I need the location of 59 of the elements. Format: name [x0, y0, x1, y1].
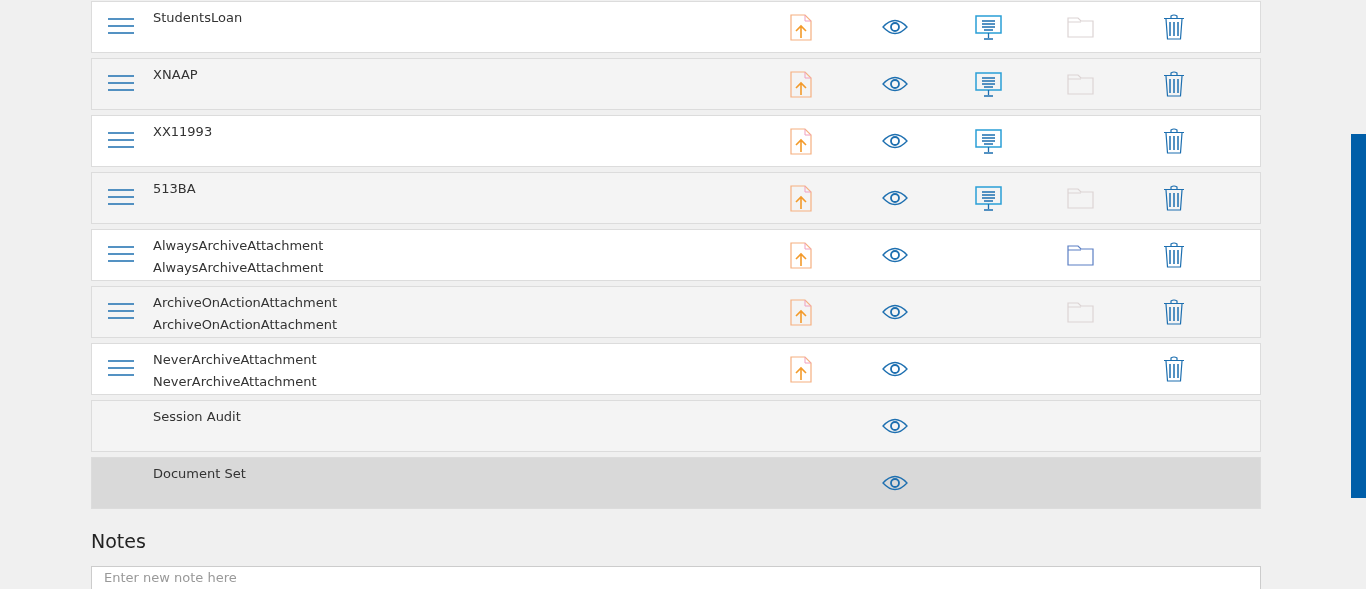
eye-icon[interactable] — [882, 247, 908, 263]
eye-icon[interactable] — [882, 361, 908, 377]
row-label: ArchiveOnActionAttachment — [153, 316, 339, 334]
file-upload-icon[interactable] — [790, 298, 812, 326]
trash-icon[interactable] — [1163, 71, 1185, 97]
eye-icon[interactable] — [882, 418, 908, 434]
file-upload-icon[interactable] — [790, 13, 812, 41]
trash-icon[interactable] — [1163, 185, 1185, 211]
file-upload-icon[interactable] — [790, 241, 812, 269]
menu-icon[interactable] — [108, 18, 134, 34]
menu-icon[interactable] — [108, 360, 134, 376]
eye-icon[interactable] — [882, 19, 908, 35]
trash-icon[interactable] — [1163, 128, 1185, 154]
notes-heading: Notes — [91, 529, 147, 553]
row-label: ArchiveOnActionAttachment — [153, 294, 339, 312]
trash-icon[interactable] — [1163, 299, 1185, 325]
trash-icon[interactable] — [1163, 14, 1185, 40]
row-label: AlwaysArchiveAttachment — [153, 259, 325, 277]
list-row[interactable]: 513BA — [91, 172, 1261, 224]
trash-icon[interactable] — [1163, 242, 1185, 268]
monitor-icon[interactable] — [974, 128, 1002, 154]
trash-icon[interactable] — [1163, 356, 1185, 382]
eye-icon[interactable] — [882, 76, 908, 92]
file-upload-icon[interactable] — [790, 355, 812, 383]
row-label: Session Audit — [153, 408, 242, 426]
list-row[interactable]: AlwaysArchiveAttachment AlwaysArchiveAttachment — [91, 229, 1261, 281]
note-input[interactable]: Enter new note here — [91, 566, 1261, 589]
file-upload-icon[interactable] — [790, 127, 812, 155]
row-label: XX11993 — [153, 123, 214, 141]
row-label: 513BA — [153, 180, 197, 198]
row-label: AlwaysArchiveAttachment — [153, 237, 325, 255]
monitor-icon[interactable] — [974, 14, 1002, 40]
eye-icon[interactable] — [882, 304, 908, 320]
row-label: StudentsLoan — [153, 9, 244, 27]
menu-icon[interactable] — [108, 189, 134, 205]
menu-icon[interactable] — [108, 303, 134, 319]
list-row[interactable]: XNAAP — [91, 58, 1261, 110]
monitor-icon[interactable] — [974, 71, 1002, 97]
row-label: NeverArchiveAttachment — [153, 351, 318, 369]
folder-icon[interactable] — [1067, 244, 1094, 266]
menu-icon[interactable] — [108, 246, 134, 262]
list-row[interactable]: Document Set — [91, 457, 1261, 509]
list-row[interactable]: Session Audit — [91, 400, 1261, 452]
menu-icon[interactable] — [108, 132, 134, 148]
row-label: XNAAP — [153, 66, 199, 84]
scrollbar-thumb[interactable] — [1351, 134, 1366, 498]
list-row[interactable]: NeverArchiveAttachment NeverArchiveAttachment — [91, 343, 1261, 395]
eye-icon[interactable] — [882, 133, 908, 149]
menu-icon[interactable] — [108, 75, 134, 91]
list-row[interactable]: StudentsLoan — [91, 1, 1261, 53]
eye-icon[interactable] — [882, 475, 908, 491]
row-label: Document Set — [153, 465, 247, 483]
eye-icon[interactable] — [882, 190, 908, 206]
monitor-icon[interactable] — [974, 185, 1002, 211]
file-upload-icon[interactable] — [790, 184, 812, 212]
file-upload-icon[interactable] — [790, 70, 812, 98]
list-row[interactable]: ArchiveOnActionAttachment ArchiveOnActionAttachment — [91, 286, 1261, 338]
list-row[interactable]: XX11993 — [91, 115, 1261, 167]
row-label: NeverArchiveAttachment — [153, 373, 318, 391]
